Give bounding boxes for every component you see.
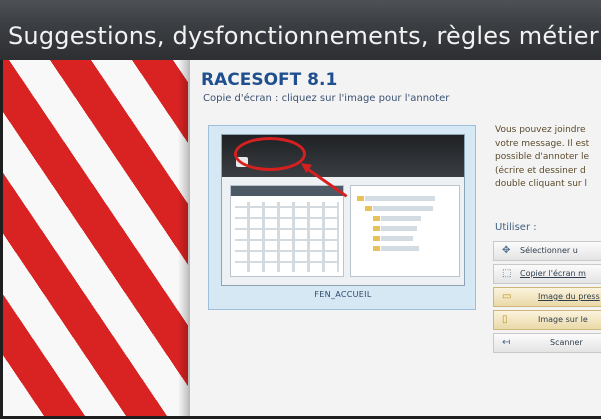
screenshot-caption: FEN_ACCUEIL	[314, 290, 372, 299]
action-list: ✥ Sélectionner u ⬚ Copier l'écran m ▭ Im…	[493, 241, 601, 356]
copy-screen-icon: ⬚	[502, 268, 512, 279]
info-line: votre message. Il est	[495, 138, 590, 149]
thumbnail-folder-tree	[350, 185, 460, 277]
image-file-button[interactable]: ▯ Image sur le	[493, 310, 601, 330]
app-title: RACESOFT 8.1	[201, 70, 338, 90]
copy-screen-button[interactable]: ⬚ Copier l'écran m	[493, 264, 601, 284]
warning-stripes-decoration	[3, 60, 188, 416]
app-subtitle: Copie d'écran : cliquez sur l'image pour…	[203, 93, 450, 104]
screenshot-thumbnail[interactable]	[221, 134, 465, 286]
screenshot-panel[interactable]: FEN_ACCUEIL	[208, 125, 476, 310]
use-label: Utiliser :	[495, 222, 537, 233]
copy-screen-label: Copier l'écran m	[520, 269, 586, 278]
select-file-label: Sélectionner u	[520, 246, 578, 255]
scanner-button[interactable]: ↤ Scanner	[493, 333, 601, 353]
select-icon: ✥	[502, 245, 511, 256]
info-line: possible d'annoter le	[495, 152, 589, 162]
title-bar: Suggestions, dysfonctionnements, règles …	[0, 0, 601, 60]
content-area: RACESOFT 8.1 Copie d'écran : cliquez sur…	[3, 60, 601, 416]
window-title: Suggestions, dysfonctionnements, règles …	[8, 22, 601, 50]
image-file-icon: ▯	[502, 314, 508, 325]
info-line: (écrire et dessiner d	[495, 165, 586, 176]
annotation-circle	[234, 137, 306, 171]
image-file-label: Image sur le	[538, 315, 588, 324]
clipboard-image-icon: ▭	[502, 291, 512, 302]
scanner-label: Scanner	[550, 338, 583, 347]
clipboard-image-label: Image du press	[538, 292, 600, 301]
info-line: double cliquant sur l	[495, 179, 587, 189]
stripes-shadow	[178, 60, 190, 416]
clipboard-image-button[interactable]: ▭ Image du press	[493, 287, 601, 307]
info-text: Vous pouvez joindre votre message. Il es…	[495, 124, 601, 192]
select-file-button[interactable]: ✥ Sélectionner u	[493, 241, 601, 261]
info-line: Vous pouvez joindre	[495, 125, 586, 135]
scanner-icon: ↤	[502, 337, 511, 348]
thumbnail-calendar	[230, 185, 344, 277]
